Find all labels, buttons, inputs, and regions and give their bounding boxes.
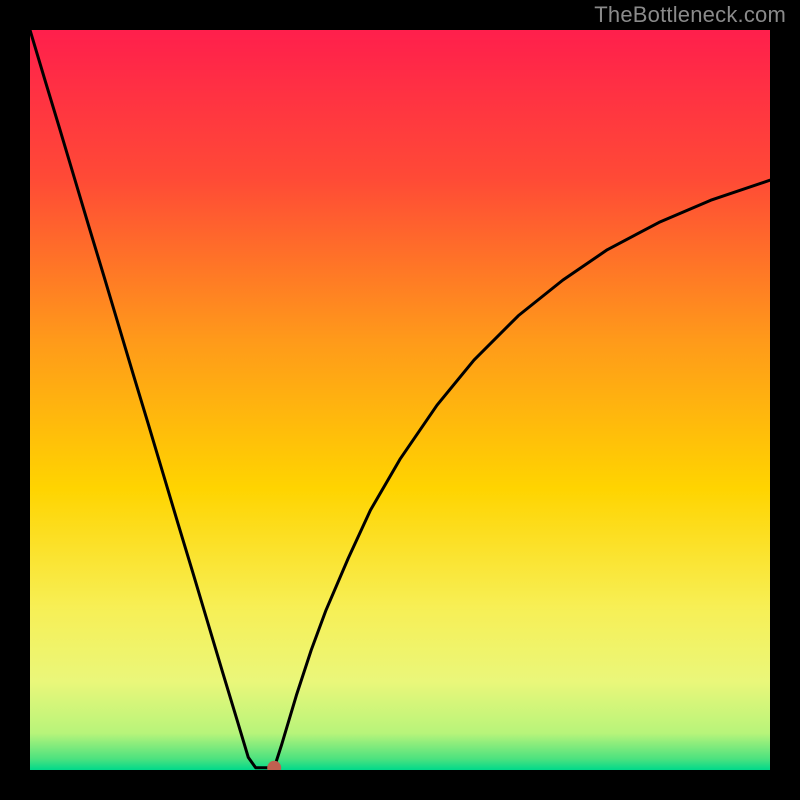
watermark-label: TheBottleneck.com	[594, 2, 786, 28]
chart-frame: TheBottleneck.com	[0, 0, 800, 800]
bottleneck-chart	[30, 30, 770, 770]
